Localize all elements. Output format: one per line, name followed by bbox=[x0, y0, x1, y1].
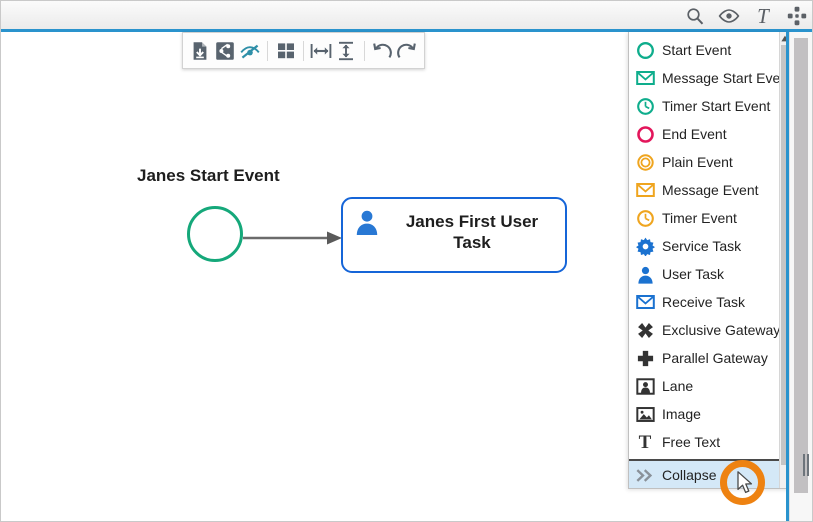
palette-item-label: Timer Event bbox=[662, 210, 737, 226]
palette-item-message-event[interactable]: Message Event bbox=[629, 176, 781, 204]
redo-icon[interactable] bbox=[395, 38, 418, 64]
palette-item-start-event[interactable]: Start Event bbox=[629, 36, 781, 64]
person-icon bbox=[353, 208, 381, 236]
shape-palette-panel[interactable]: Start Event Message Start Event Timer St… bbox=[628, 32, 791, 489]
circle-outline-icon bbox=[635, 124, 655, 144]
palette-item-timer-event[interactable]: Timer Event bbox=[629, 204, 781, 232]
double-circle-icon bbox=[635, 152, 655, 172]
image-icon bbox=[635, 404, 655, 424]
palette-item-exclusive-gateway[interactable]: Exclusive Gateway bbox=[629, 316, 781, 344]
canvas-scrollbar-thumb[interactable] bbox=[794, 38, 808, 493]
palette-item-label: User Task bbox=[662, 266, 724, 282]
header-icon-group: T bbox=[684, 3, 808, 29]
palette-item-lane[interactable]: Lane bbox=[629, 372, 781, 400]
palette-item-label: Message Event bbox=[662, 182, 759, 198]
envelope-icon bbox=[635, 292, 655, 312]
palette-item-timer-start-event[interactable]: Timer Start Event bbox=[629, 92, 781, 120]
x-burst-icon bbox=[635, 320, 655, 340]
palette-item-label: Start Event bbox=[662, 42, 732, 58]
canvas-vertical-scrollbar[interactable] bbox=[789, 32, 812, 521]
palette-item-end-event[interactable]: End Event bbox=[629, 120, 781, 148]
text-icon[interactable]: T bbox=[752, 5, 774, 27]
palette-item-image[interactable]: Image bbox=[629, 400, 781, 428]
palette-item-service-task[interactable]: Service Task bbox=[629, 232, 781, 260]
app-header: T bbox=[1, 1, 812, 32]
download-icon[interactable] bbox=[189, 38, 212, 64]
palette-item-message-start-event[interactable]: Message Start Event bbox=[629, 64, 790, 92]
panel-resize-grip[interactable] bbox=[801, 452, 810, 477]
palette-item-user-task[interactable]: User Task bbox=[629, 260, 781, 288]
share-icon[interactable] bbox=[214, 38, 237, 64]
clock-icon bbox=[635, 208, 655, 228]
gear-icon bbox=[635, 236, 655, 256]
circle-outline-icon bbox=[635, 40, 655, 60]
palette-item-label: Image bbox=[662, 406, 701, 422]
palette-item-list: Start Event Message Start Event Timer St… bbox=[629, 32, 790, 488]
envelope-icon bbox=[635, 180, 655, 200]
fit-vertical-icon[interactable] bbox=[335, 38, 358, 64]
palette-item-label: Receive Task bbox=[662, 294, 746, 310]
palette-item-label: Service Task bbox=[662, 238, 742, 254]
palette-item-label: Lane bbox=[662, 378, 694, 394]
diagram-toolbar bbox=[182, 32, 425, 69]
grid-icon[interactable] bbox=[274, 38, 297, 64]
palette-item-label: Message Start Event bbox=[662, 70, 791, 86]
toolbar-separator bbox=[363, 40, 365, 61]
toolbar-separator bbox=[267, 40, 269, 61]
clock-icon bbox=[635, 96, 655, 116]
palette-item-label: Timer Start Event bbox=[662, 98, 771, 114]
start-event-shape[interactable] bbox=[187, 206, 243, 262]
palette-item-parallel-gateway[interactable]: Parallel Gateway bbox=[629, 344, 781, 372]
palette-item-label: Exclusive Gateway bbox=[662, 322, 781, 338]
right-accent-bar bbox=[786, 32, 789, 521]
undo-icon[interactable] bbox=[370, 38, 393, 64]
lane-icon bbox=[635, 376, 655, 396]
double-chevron-right-icon bbox=[635, 465, 655, 485]
bpmn-editor-window: T Janes Start Event Janes First User Tas… bbox=[0, 0, 813, 522]
free-text-icon: T bbox=[638, 431, 652, 453]
move-icon[interactable] bbox=[786, 5, 808, 27]
palette-item-receive-task[interactable]: Receive Task bbox=[629, 288, 781, 316]
palette-item-label: End Event bbox=[662, 126, 727, 142]
palette-item-label: Collapse bbox=[662, 467, 717, 483]
fit-horizontal-icon[interactable] bbox=[310, 38, 333, 64]
user-task-label: Janes First User Task bbox=[405, 212, 539, 252]
palette-item-plain-event[interactable]: Plain Event bbox=[629, 148, 781, 176]
palette-item-label: Free Text bbox=[662, 434, 721, 450]
palette-item-label: Parallel Gateway bbox=[662, 350, 768, 366]
user-task-shape[interactable]: Janes First User Task bbox=[341, 197, 567, 273]
sequence-flow-connector[interactable] bbox=[243, 231, 343, 245]
search-icon[interactable] bbox=[684, 5, 706, 27]
envelope-icon bbox=[635, 68, 655, 88]
toolbar-separator bbox=[303, 40, 304, 61]
plus-burst-icon bbox=[635, 348, 655, 368]
palette-item-collapse[interactable]: Collapse bbox=[629, 459, 781, 488]
person-icon bbox=[635, 264, 655, 284]
eye-icon[interactable] bbox=[718, 5, 740, 27]
palette-item-free-text[interactable]: T Free Text bbox=[629, 428, 781, 456]
eye-slash-icon[interactable] bbox=[239, 38, 262, 64]
palette-item-label: Plain Event bbox=[662, 154, 733, 170]
start-event-label: Janes Start Event bbox=[137, 166, 280, 185]
